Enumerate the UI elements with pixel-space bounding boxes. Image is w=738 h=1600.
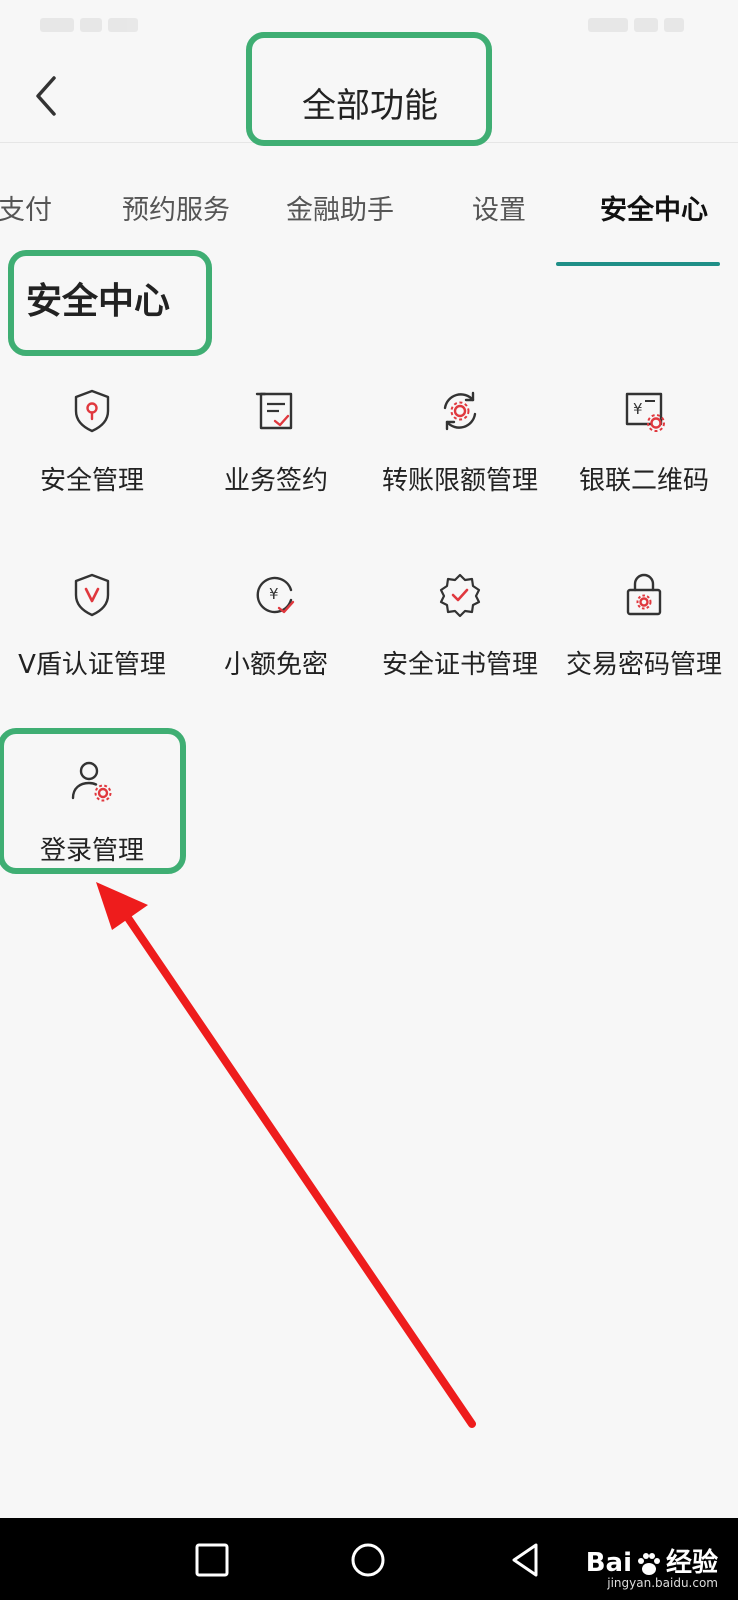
grid-item-transfer-limit[interactable]: 转账限额管理 <box>368 386 552 526</box>
back-triangle-icon[interactable] <box>504 1538 548 1582</box>
grid-item-business-contract[interactable]: 业务签约 <box>184 386 368 526</box>
header: 全部功能 <box>0 50 738 143</box>
grid-item-label: V盾认证管理 <box>18 650 166 680</box>
tab-finance-assistant[interactable]: 金融助手 <box>286 188 394 227</box>
grid-item-label: 小额免密 <box>223 650 328 680</box>
section-title: 安全中心 <box>26 281 171 322</box>
back-icon[interactable] <box>28 72 68 120</box>
watermark-text-left: Bai <box>585 1548 632 1578</box>
grid-item-label: 交易密码管理 <box>565 650 722 680</box>
paw-icon <box>637 1552 660 1575</box>
tab-security-center[interactable]: 安全中心 <box>600 188 708 227</box>
grid-item-security-management[interactable]: 安全管理 <box>0 386 184 526</box>
system-nav-bar: Bai 经验 jingyan.baidu.com <box>0 1518 738 1600</box>
yen-check-icon: ¥ <box>256 576 295 614</box>
lock-gear-icon <box>626 573 662 616</box>
svg-text:¥: ¥ <box>269 585 279 603</box>
page-title: 全部功能 <box>302 86 438 126</box>
status-left-indicators <box>40 14 180 34</box>
watermark-subtext: jingyan.baidu.com <box>607 1576 718 1590</box>
status-right-indicators <box>588 14 708 34</box>
tab-payment[interactable]: 支付 <box>0 188 52 227</box>
grid-item-certificate-management[interactable]: 安全证书管理 <box>368 570 552 710</box>
grid-item-label: 登录管理 <box>39 836 144 866</box>
watermark-text-right: 经验 <box>665 1548 718 1578</box>
active-tab-indicator <box>556 262 720 266</box>
certificate-gear-icon <box>439 573 481 618</box>
v-shield-icon <box>74 573 110 617</box>
recent-apps-icon[interactable] <box>190 1538 234 1582</box>
grid-item-label: 银联二维码 <box>578 466 709 496</box>
grid-item-label: 业务签约 <box>223 466 328 496</box>
tab-appointment[interactable]: 预约服务 <box>122 188 230 227</box>
baidu-jingyan-watermark: Bai 经验 jingyan.baidu.com <box>585 1542 718 1590</box>
grid-item-label: 安全证书管理 <box>381 650 538 680</box>
svg-text:¥: ¥ <box>633 400 643 418</box>
unionpay-qr-icon: ¥ <box>625 392 665 432</box>
grid-item-label: 转账限额管理 <box>381 466 538 496</box>
tab-bar: 支付 预约服务 金融助手 设置 安全中心 <box>0 180 738 270</box>
tab-settings[interactable]: 设置 <box>472 188 526 227</box>
grid-item-unionpay-qr[interactable]: ¥ 银联二维码 <box>552 386 736 526</box>
transfer-limit-gear-icon <box>443 391 477 431</box>
grid-item-vshield-auth[interactable]: V盾认证管理 <box>0 570 184 710</box>
contract-check-icon <box>255 392 293 430</box>
user-gear-icon <box>71 761 112 802</box>
shield-key-icon <box>74 389 110 433</box>
grid-item-label: 安全管理 <box>39 466 144 496</box>
home-icon[interactable] <box>346 1538 390 1582</box>
status-bar <box>0 0 738 50</box>
grid-item-small-amount-free[interactable]: ¥ 小额免密 <box>184 570 368 710</box>
grid-item-login-management[interactable]: 登录管理 <box>0 756 184 896</box>
grid-item-trade-password[interactable]: 交易密码管理 <box>552 570 736 710</box>
